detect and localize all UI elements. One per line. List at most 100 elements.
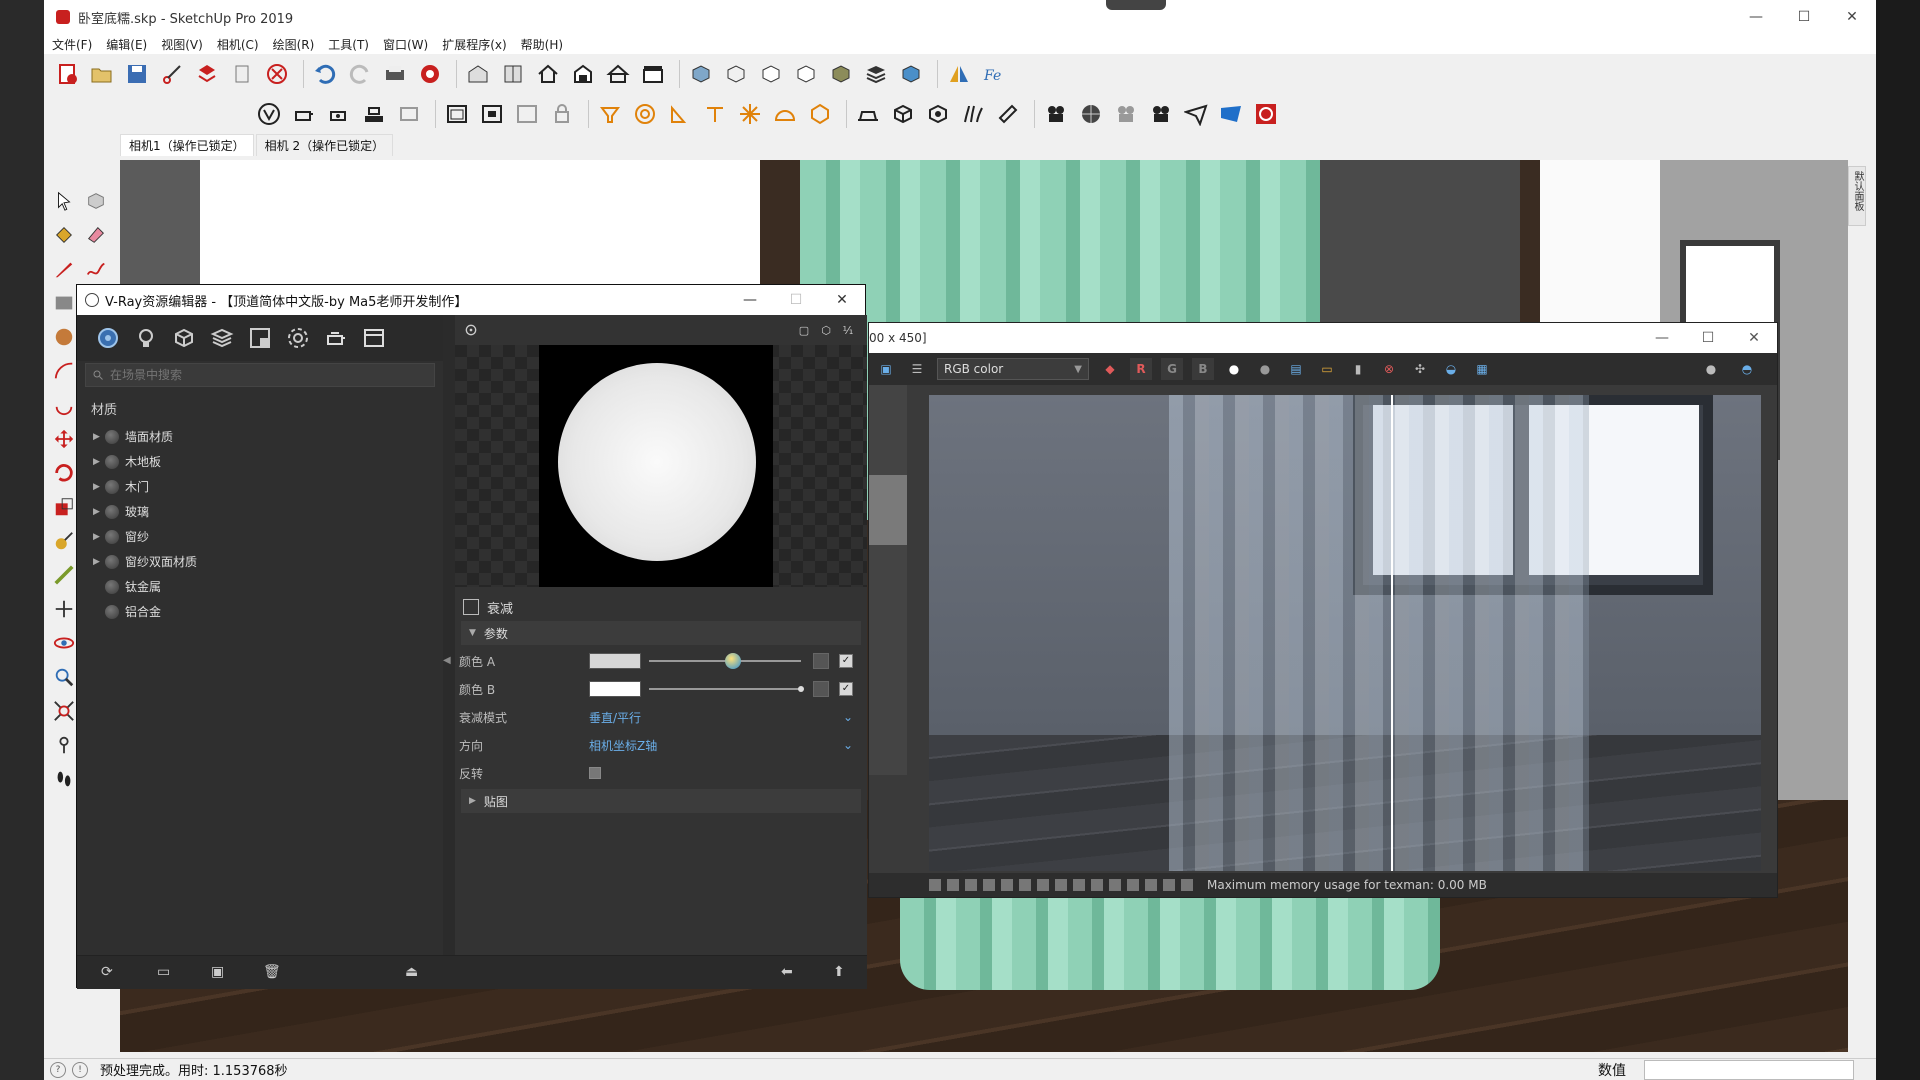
vfb-minimize-button[interactable]: — [1639, 323, 1685, 353]
plugin-button-6[interactable] [1216, 99, 1246, 129]
vfb-status-icon[interactable] [1127, 879, 1139, 891]
tab-lights[interactable] [131, 323, 161, 353]
color-channels-icon[interactable]: ◆ [1099, 358, 1121, 380]
mirror-button[interactable] [944, 59, 974, 89]
vfb-history-thumb[interactable] [869, 475, 907, 545]
measurements-input[interactable] [1644, 1060, 1854, 1080]
color-a-slider-knob[interactable] [724, 653, 741, 669]
expand-caret-icon[interactable]: ▶ [93, 432, 105, 442]
line-tool[interactable] [48, 254, 80, 284]
plugin-button-3[interactable] [1111, 99, 1141, 129]
vfb-status-icon[interactable] [1145, 879, 1157, 891]
menu-draw[interactable]: 绘图(R) [273, 36, 315, 53]
paste-button[interactable] [227, 59, 257, 89]
falloff-mode-value[interactable]: 垂直/平行 [589, 709, 641, 726]
right-view-button[interactable] [568, 59, 598, 89]
ies-light-button[interactable] [700, 99, 730, 129]
plugin-button-1[interactable] [1041, 99, 1071, 129]
blue-channel-button[interactable]: B [1192, 358, 1214, 380]
vray-teapot-icon[interactable]: ◓ [1736, 358, 1758, 380]
refresh-icon[interactable]: ⟳ [101, 964, 113, 980]
tab-render-elements[interactable] [207, 323, 237, 353]
plugin-button-5[interactable] [1181, 99, 1211, 129]
vray-render-button[interactable] [289, 99, 319, 129]
render-region-button[interactable] [477, 99, 507, 129]
vfb-status-icon[interactable] [1019, 879, 1031, 891]
eraser-tool[interactable] [80, 220, 112, 250]
stop-render-icon[interactable]: ⊗ [1378, 358, 1400, 380]
params-section-header[interactable]: ▼ 参数 [461, 621, 861, 645]
chevron-down-icon[interactable]: ⌄ [843, 710, 853, 724]
material-item[interactable]: ▶ 窗纱双面材质 [77, 549, 443, 574]
channel-select[interactable]: RGB color ▼ [937, 358, 1089, 380]
print-button[interactable] [380, 59, 410, 89]
render-teapot-icon[interactable]: ◒ [1440, 358, 1462, 380]
render-teapot-button[interactable] [321, 323, 351, 353]
delete-icon[interactable]: 🗑 [263, 964, 281, 980]
vray-interactive-button[interactable] [324, 99, 354, 129]
clear-image-icon[interactable]: ▮ [1347, 358, 1369, 380]
panel-collapse-handle[interactable]: ◀ [443, 655, 455, 675]
vfb-status-icon[interactable] [1163, 879, 1175, 891]
open-file-button[interactable] [87, 59, 117, 89]
menu-extensions[interactable]: 扩展程序(x) [442, 36, 506, 53]
select-tool[interactable] [48, 186, 80, 216]
save-image-icon[interactable]: ▤ [1285, 358, 1307, 380]
chevron-down-icon[interactable]: ⌄ [843, 738, 853, 752]
mono-icon[interactable]: ● [1254, 358, 1276, 380]
monochrome-button[interactable] [896, 59, 926, 89]
maps-section-header[interactable]: ▶ 贴图 [461, 789, 861, 813]
vray-editor-close-button[interactable]: ✕ [819, 285, 865, 315]
vfb-status-icon[interactable] [1055, 879, 1067, 891]
vfb-status-icon[interactable] [965, 879, 977, 891]
plugin-button-7[interactable] [1251, 99, 1281, 129]
wireframe-button[interactable] [721, 59, 751, 89]
close-button[interactable]: ✕ [1828, 0, 1876, 34]
vfb-status-icon[interactable] [1091, 879, 1103, 891]
red-channel-button[interactable]: R [1130, 358, 1152, 380]
menu-view[interactable]: 视图(V) [161, 36, 203, 53]
material-item[interactable]: ▶ 窗纱 [77, 524, 443, 549]
color-b-map-slot[interactable] [813, 681, 829, 697]
color-b-swatch[interactable] [589, 681, 641, 697]
open-file-icon[interactable]: ▭ [157, 964, 170, 980]
plugin-button-4[interactable] [1146, 99, 1176, 129]
up-arrow-icon[interactable]: ⬆ [833, 964, 845, 980]
vray-editor-minimize-button[interactable]: — [727, 285, 773, 315]
make-component-tool[interactable] [80, 186, 112, 216]
tab-textures[interactable] [245, 323, 275, 353]
material-item[interactable]: ▶ 木地板 [77, 449, 443, 474]
region-render-icon[interactable]: ✣ [1409, 358, 1431, 380]
vfb-status-icon[interactable] [1181, 879, 1193, 891]
cut-button[interactable] [157, 59, 187, 89]
material-item[interactable]: ▶ 木门 [77, 474, 443, 499]
expand-caret-icon[interactable]: ▶ [93, 532, 105, 542]
color-a-slider[interactable] [649, 653, 801, 669]
copy-button[interactable] [192, 59, 222, 89]
erase-button[interactable] [262, 59, 292, 89]
material-item[interactable]: 铝合金 [77, 599, 443, 624]
settings-sphere-icon[interactable]: ● [1700, 358, 1722, 380]
vray-asset-editor-button[interactable] [254, 99, 284, 129]
load-image-icon[interactable]: ▭ [1316, 358, 1338, 380]
render-image[interactable] [929, 395, 1761, 871]
direction-value[interactable]: 相机坐标Z轴 [589, 737, 657, 754]
plugin-fe-button[interactable]: Fe [979, 59, 1009, 89]
tab-camera-2[interactable]: 相机 2（操作已锁定） [255, 134, 394, 156]
alpha-white-icon[interactable]: ● [1223, 358, 1245, 380]
expand-caret-icon[interactable]: ▶ [93, 482, 105, 492]
maximize-button[interactable]: ☐ [1780, 0, 1828, 34]
mesh-clipper-button[interactable] [993, 99, 1023, 129]
undo-button[interactable] [310, 59, 340, 89]
color-b-slider-knob[interactable] [798, 686, 804, 692]
vfb-maximize-button[interactable]: ☐ [1685, 323, 1731, 353]
menu-camera[interactable]: 相机(C) [217, 36, 259, 53]
vfb-close-button[interactable]: ✕ [1731, 323, 1777, 353]
rect-light-button[interactable] [665, 99, 695, 129]
back-arrow-icon[interactable]: ⬅ [781, 964, 793, 980]
menu-help[interactable]: 帮助(H) [521, 36, 563, 53]
sphere-light-button[interactable] [630, 99, 660, 129]
vfb-button[interactable] [442, 99, 472, 129]
tab-geometry[interactable] [169, 323, 199, 353]
asset-search-box[interactable] [85, 363, 435, 387]
